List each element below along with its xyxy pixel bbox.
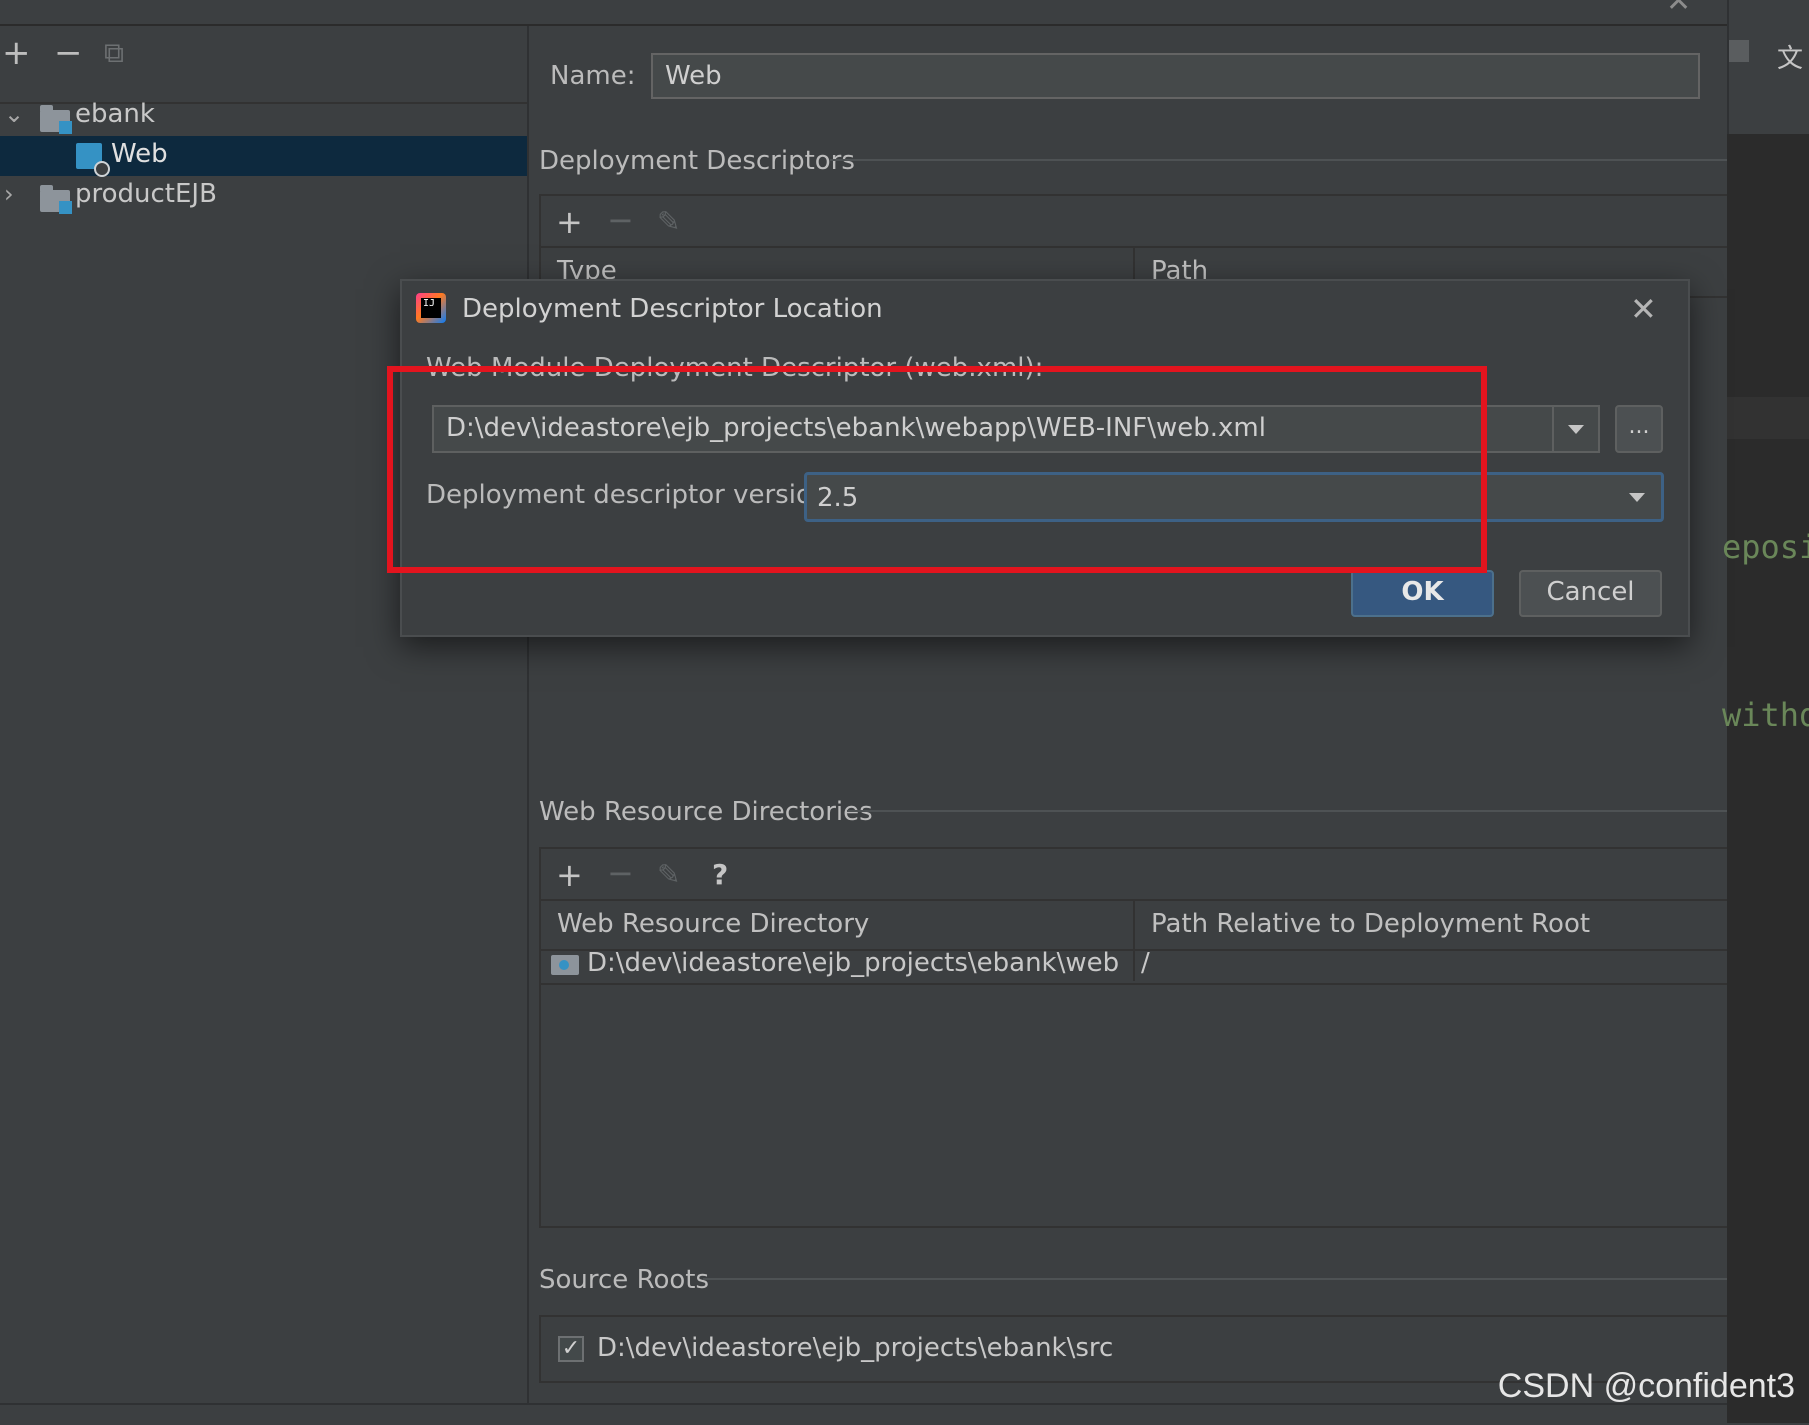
copy-icon[interactable]: ⧉ <box>104 36 124 70</box>
web-facet-icon <box>76 143 110 177</box>
web-folder-icon <box>551 955 579 975</box>
name-label: Name: <box>550 61 636 91</box>
module-folder-icon <box>40 185 72 214</box>
top-strip <box>0 0 1727 26</box>
dialog-title: Deployment Descriptor Location <box>462 294 883 324</box>
add-icon[interactable]: + <box>2 36 31 70</box>
section-divider <box>847 810 1727 812</box>
window-close-icon[interactable]: ✕ <box>1666 0 1691 19</box>
cancel-button[interactable]: Cancel <box>1519 570 1662 617</box>
column-header-relative-path[interactable]: Path Relative to Deployment Root <box>1151 909 1590 939</box>
editor-toolbar: 文 <box>1727 0 1809 134</box>
relative-path-cell: / <box>1141 948 1150 978</box>
chevron-down-icon[interactable]: ⌄ <box>4 100 24 128</box>
source-root-path: D:\dev\ideastore\ejb_projects\ebank\src <box>597 1333 1114 1363</box>
highlight-annotation <box>387 366 1487 573</box>
source-root-checkbox[interactable]: ✓ <box>558 1336 584 1362</box>
deployment-descriptors-title: Deployment Descriptors <box>539 146 855 176</box>
add-descriptor-icon[interactable]: + <box>556 206 583 238</box>
web-resource-dirs-panel: + − ✎ ? Web Resource Directory Path Rela… <box>539 847 1729 1228</box>
code-fragment: withd <box>1722 696 1809 734</box>
editor-highlight-band <box>1727 397 1809 439</box>
remove-web-dir-icon[interactable]: − <box>607 857 634 889</box>
bottom-strip <box>0 1403 1727 1425</box>
edit-web-dir-icon[interactable]: ✎ <box>657 859 680 891</box>
ok-button[interactable]: OK <box>1351 570 1494 617</box>
tree-item-label: ebank <box>75 99 155 129</box>
chevron-down-icon <box>1568 425 1584 434</box>
web-dirs-table-header: Web Resource Directory Path Relative to … <box>541 899 1727 951</box>
tree-item-productejb[interactable]: › productEJB <box>0 176 527 216</box>
tree-item-label: productEJB <box>75 179 217 209</box>
column-header-web-resource-directory[interactable]: Web Resource Directory <box>557 909 869 939</box>
column-separator <box>1133 901 1135 947</box>
remove-icon[interactable]: − <box>54 36 83 70</box>
column-separator <box>1133 947 1135 981</box>
watermark: CSDN @confident3 <box>1497 1367 1795 1405</box>
tree-item-label: Web <box>111 139 168 169</box>
add-web-dir-icon[interactable]: + <box>556 859 583 891</box>
web-dir-path: D:\dev\ideastore\ejb_projects\ebank\web <box>587 948 1120 978</box>
name-field[interactable]: Web <box>651 53 1700 99</box>
browse-button[interactable]: ... <box>1615 405 1663 453</box>
section-divider <box>703 1278 1727 1280</box>
web-resource-dirs-title: Web Resource Directories <box>539 797 873 827</box>
code-fragment: eposi <box>1722 528 1809 566</box>
path-dropdown-button[interactable] <box>1552 407 1598 451</box>
stop-icon[interactable] <box>1729 40 1749 62</box>
remove-descriptor-icon[interactable]: − <box>607 204 634 236</box>
chevron-right-icon[interactable]: › <box>4 180 14 208</box>
intellij-app-icon: IJ <box>416 293 446 323</box>
tree-item-ebank[interactable]: ⌄ ebank <box>0 96 527 136</box>
tree-item-web[interactable]: Web <box>0 136 527 177</box>
section-divider <box>830 159 1727 161</box>
module-tree-panel: + − ⧉ ⌄ ebank Web › productEJB <box>0 26 529 1406</box>
chevron-down-icon <box>1629 493 1645 502</box>
help-icon[interactable]: ? <box>712 859 728 891</box>
source-roots-title: Source Roots <box>539 1265 710 1295</box>
close-icon[interactable]: ✕ <box>1630 290 1657 328</box>
module-folder-icon <box>40 105 72 134</box>
edit-descriptor-icon[interactable]: ✎ <box>657 206 680 238</box>
translate-icon[interactable]: 文 <box>1777 38 1803 75</box>
table-row[interactable]: D:\dev\ideastore\ejb_projects\ebank\web … <box>541 947 1727 985</box>
